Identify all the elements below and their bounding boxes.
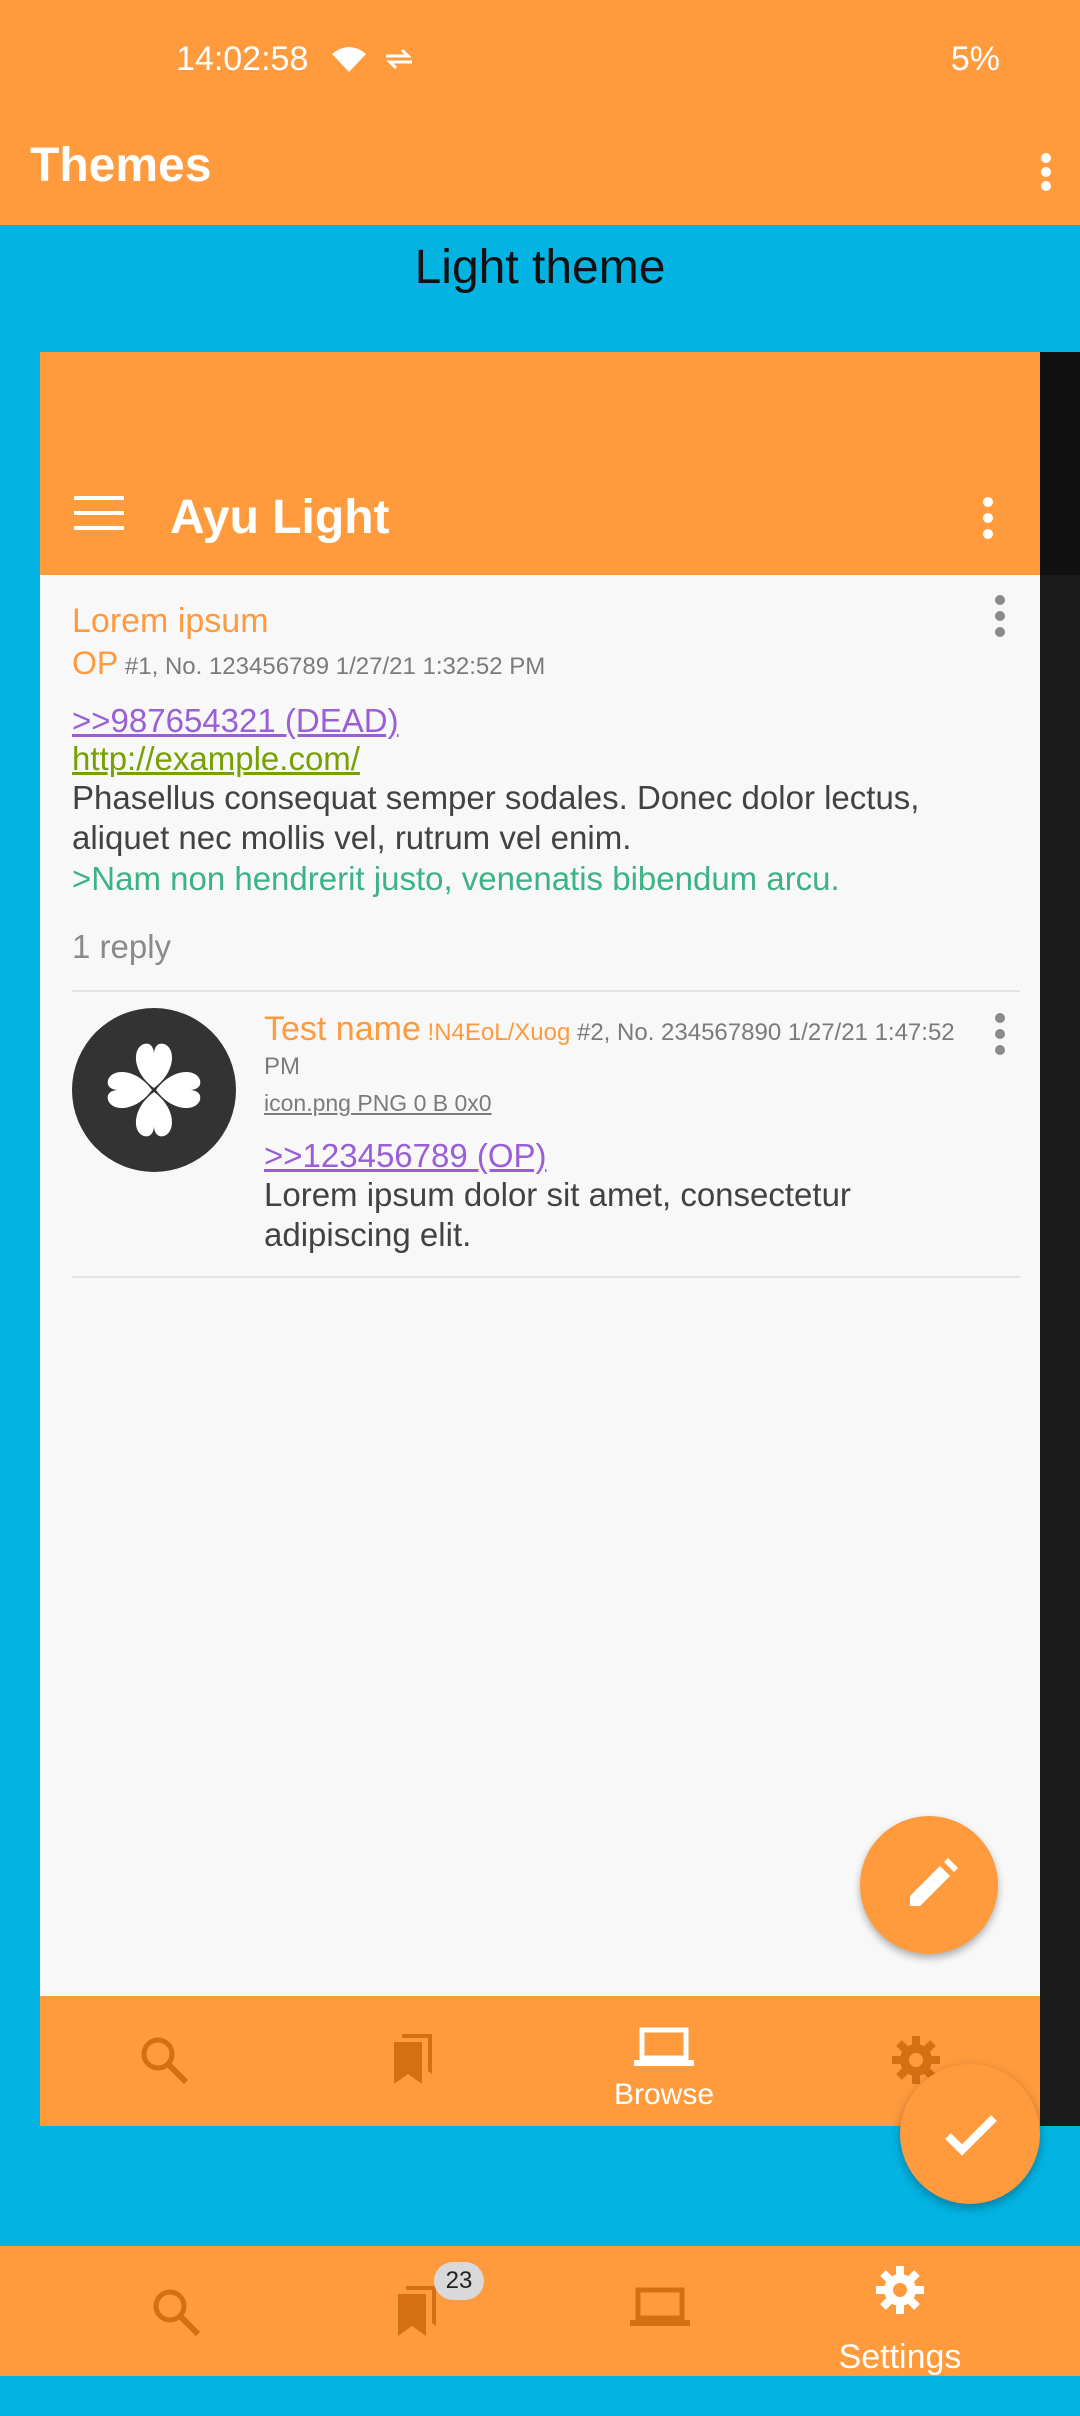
post-meta-text: #1, No. 123456789 1/27/21 1:32:52 PM <box>124 653 546 680</box>
dead-reply-link: >>987654321 (DEAD) <box>72 702 399 739</box>
wifi-icon <box>330 44 368 83</box>
op-label: OP <box>72 645 119 681</box>
theme-preview-card[interactable]: Ayu Light Lorem ipsum OP #1, No. 1234567… <box>40 352 1040 2126</box>
nav-search-button[interactable] <box>150 2286 202 2416</box>
menu-icon <box>74 494 124 532</box>
app-bar: Themes <box>0 122 1080 225</box>
theme-title: Light theme <box>414 241 666 294</box>
data-transfer-icon <box>382 44 416 83</box>
next-theme-preview[interactable] <box>1040 352 1080 2126</box>
nav-label-settings: Settings <box>838 2338 962 2376</box>
preview-theme-name: Ayu Light <box>170 491 390 544</box>
post-meta: Test name !N4EoL/Xuog #2, No. 234567890 … <box>264 1012 984 1084</box>
preview-bottom-nav: Browse <box>40 1996 1040 2126</box>
status-bar: 14:02:58 5% <box>0 0 1080 122</box>
nav-label-browse: Browse <box>613 2078 715 2111</box>
post-body: Phasellus consequat semper sodales. Done… <box>72 779 920 856</box>
nav-browse-button[interactable] <box>628 2286 692 2416</box>
post-divider <box>72 990 1020 992</box>
post-body: Lorem ipsum dolor sit amet, consectetur … <box>264 1176 851 1253</box>
next-theme-toolbar <box>1040 352 1080 575</box>
post-op: Lorem ipsum OP #1, No. 123456789 1/27/21… <box>72 602 1002 966</box>
post-meta: OP #1, No. 123456789 1/27/21 1:32:52 PM <box>72 645 1002 682</box>
post-divider <box>72 1276 1020 1278</box>
file-info: icon.png PNG 0 B 0x0 <box>264 1090 492 1116</box>
preview-toolbar: Ayu Light <box>40 352 1040 575</box>
more-vert-icon[interactable] <box>1010 142 1058 202</box>
url-link: http://example.com/ <box>72 740 360 777</box>
more-vert-icon <box>976 492 1000 544</box>
page-title: Themes <box>30 139 212 192</box>
tripcode: !N4EoL/Xuog <box>427 1019 571 1046</box>
op-reply-link: >>123456789 (OP) <box>264 1137 547 1174</box>
bottom-nav: Settings <box>0 2246 1080 2376</box>
poster-name: Test name <box>264 1010 421 1048</box>
bookmarks-icon <box>388 2030 438 2126</box>
apply-theme-button[interactable] <box>900 2064 1040 2204</box>
greentext-quote: >Nam non hendrerit justo, venenatis bibe… <box>72 860 840 897</box>
nav-bookmarks-button[interactable] <box>392 2282 442 2412</box>
post-subject: Lorem ipsum <box>72 602 269 640</box>
search-icon <box>138 2034 190 2126</box>
bookmarks-badge: 23 <box>434 2262 484 2300</box>
reply-fab <box>860 1816 998 1954</box>
more-vert-icon <box>992 1012 1008 1056</box>
replies-count: 1 reply <box>72 928 172 965</box>
avatar <box>72 1008 236 1172</box>
status-time: 14:02:58 <box>176 40 309 78</box>
battery-level: 5% <box>950 40 1000 78</box>
more-vert-icon <box>992 594 1008 638</box>
post-content: Test name !N4EoL/Xuog #2, No. 234567890 … <box>264 1012 984 1255</box>
